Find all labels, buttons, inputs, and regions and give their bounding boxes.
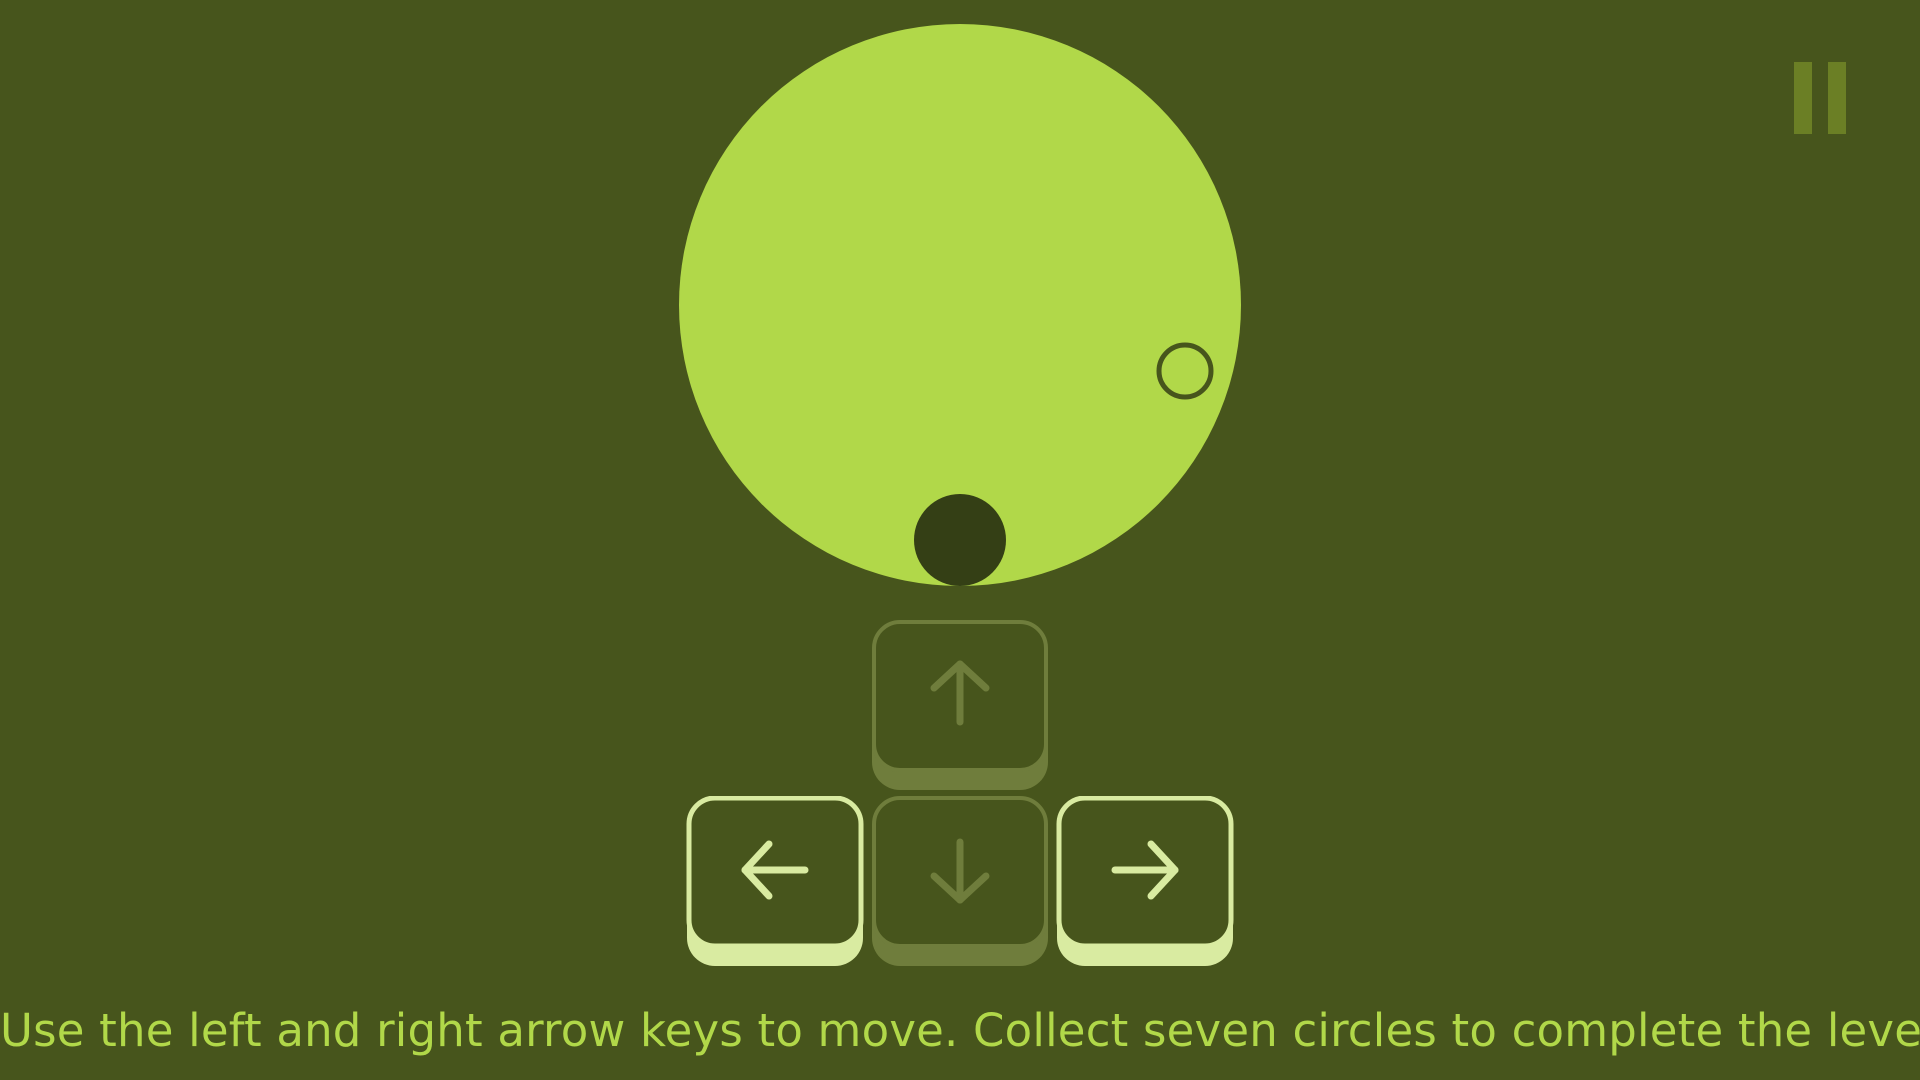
game-stage: Use the left and right arrow keys to mov… — [0, 0, 1920, 1080]
arrow-down-icon — [872, 796, 1048, 966]
right-arrow-key — [1055, 796, 1235, 968]
arrow-left-icon — [686, 796, 864, 966]
instructions-text: Use the left and right arrow keys to mov… — [0, 1004, 1920, 1057]
down-arrow-key — [870, 796, 1050, 968]
up-arrow-key — [870, 620, 1050, 792]
pause-icon — [1794, 62, 1812, 134]
pause-button[interactable] — [1790, 62, 1850, 134]
game-arena — [679, 24, 1241, 586]
left-arrow-key — [685, 796, 865, 968]
player-ball — [914, 494, 1006, 586]
arrow-right-icon — [1056, 796, 1234, 966]
arrow-up-icon — [872, 620, 1048, 790]
